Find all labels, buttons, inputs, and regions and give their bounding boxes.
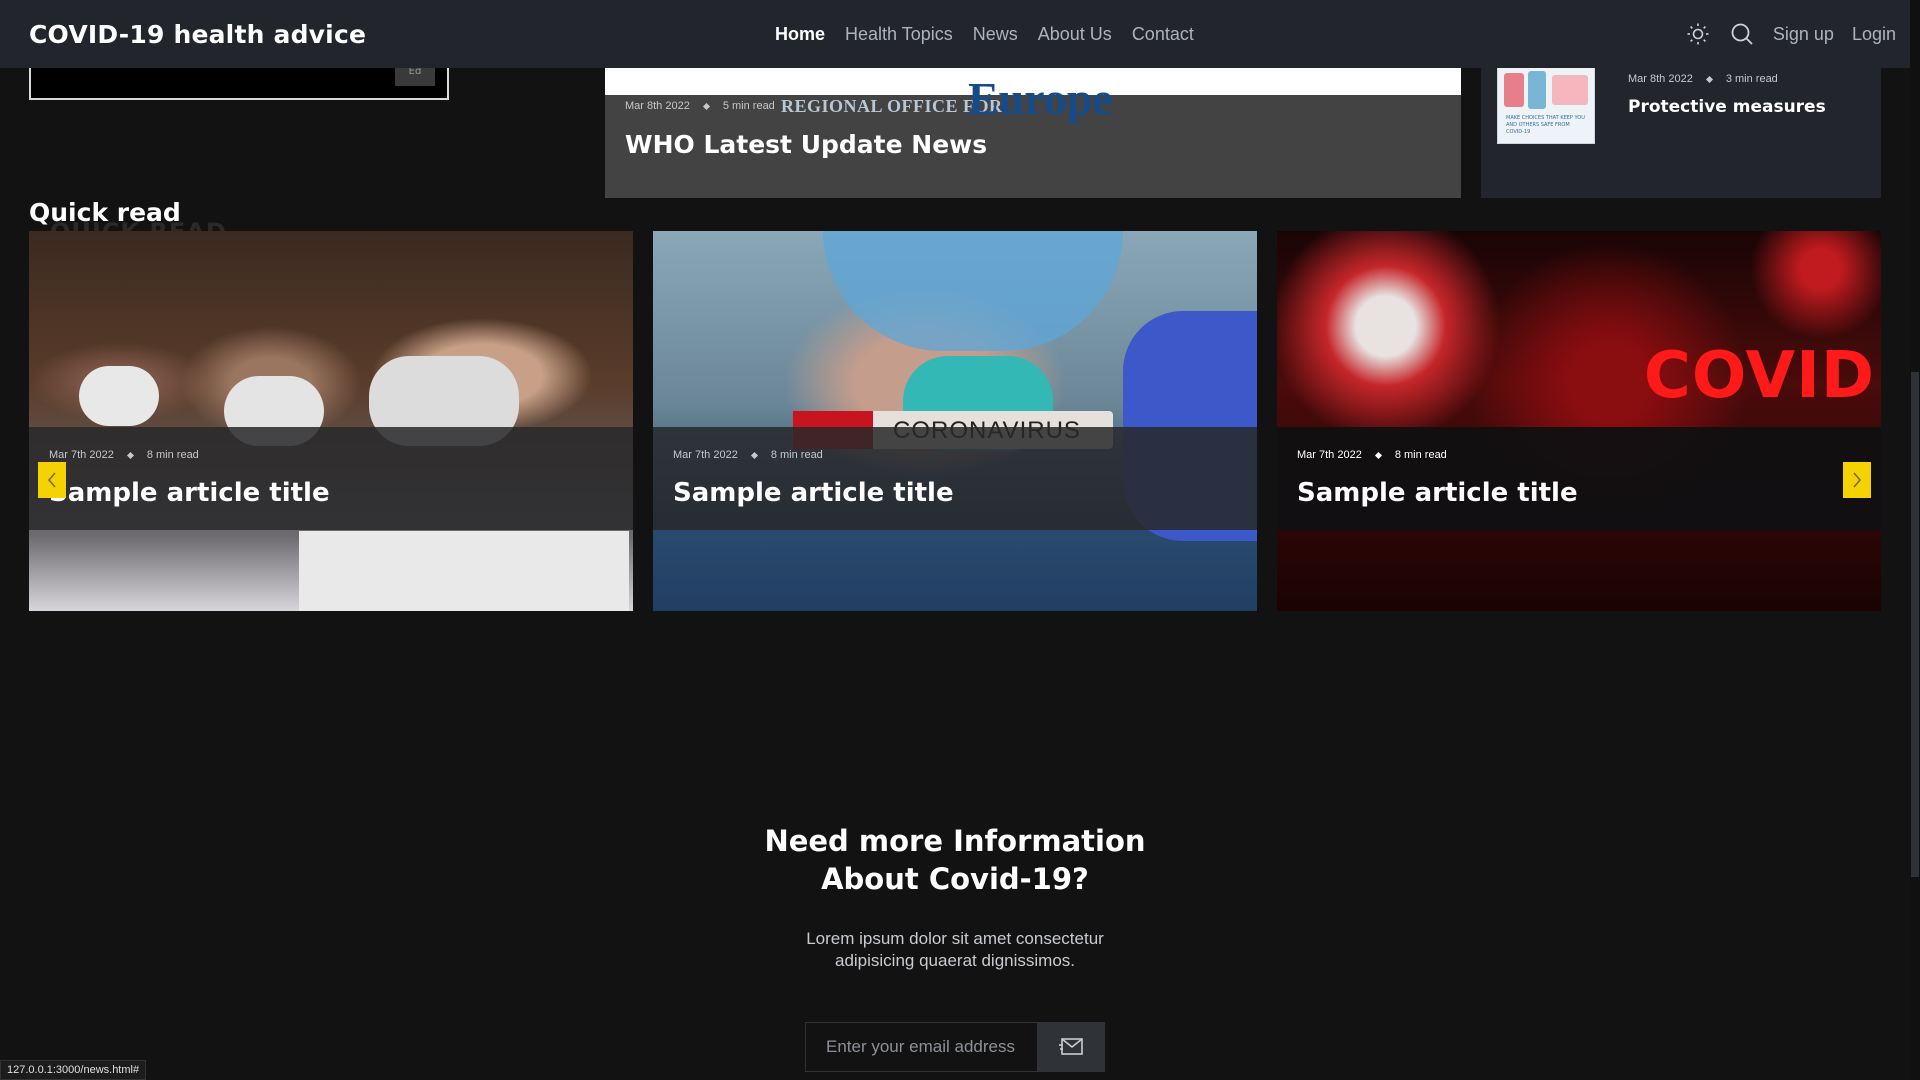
card-title[interactable]: Sample article title	[49, 478, 330, 508]
newsletter-description: Lorem ipsum dolor sit amet consectetur a…	[660, 928, 1250, 972]
meta-separator-icon	[1705, 75, 1713, 83]
subscribe-button[interactable]	[1037, 1022, 1105, 1072]
side-article-thumbnail: MAKE CHOICES THAT KEEP YOU AND OTHERS SA…	[1497, 64, 1595, 144]
featured-article-info: Mar 8th 2022 5 min read WHO Latest Updat…	[605, 68, 1461, 198]
sun-icon[interactable]	[1685, 21, 1711, 47]
nav-news[interactable]: News	[973, 24, 1018, 45]
description-line: Lorem ipsum dolor sit amet consectetur	[806, 929, 1104, 948]
quick-read-heading: Quick read	[29, 198, 181, 227]
article-read-time: 3 min read	[1725, 73, 1778, 85]
article-meta: Mar 7th 2022 8 min read	[673, 449, 823, 461]
meta-separator-icon	[702, 102, 710, 110]
article-date: Mar 7th 2022	[1297, 449, 1362, 461]
search-icon[interactable]	[1729, 21, 1755, 47]
nav-health-topics[interactable]: Health Topics	[845, 24, 953, 45]
featured-article-title[interactable]: WHO Latest Update News	[625, 130, 987, 159]
quick-read-card[interactable]: Mar 7th 2022 8 min read Sample article t…	[29, 231, 633, 611]
article-read-time: 8 min read	[770, 449, 823, 461]
card-title[interactable]: Sample article title	[673, 478, 954, 508]
nav-home[interactable]: Home	[775, 24, 825, 45]
side-article-card[interactable]: MAKE CHOICES THAT KEEP YOU AND OTHERS SA…	[1481, 60, 1881, 198]
carousel-next-button[interactable]	[1843, 462, 1871, 498]
article-meta: Mar 8th 2022 5 min read	[625, 100, 775, 112]
meta-separator-icon	[126, 451, 134, 459]
nav-contact[interactable]: Contact	[1132, 24, 1194, 45]
article-meta: Mar 7th 2022 8 min read	[1297, 449, 1447, 461]
quick-read-card[interactable]: COVID Mar 7th 2022 8 min read Sample art…	[1277, 231, 1881, 611]
heading-line: Need more Information	[764, 824, 1146, 858]
nav-actions: Sign up Login	[1685, 0, 1896, 68]
top-navbar: COVID-19 health advice Home Health Topic…	[0, 0, 1910, 68]
article-date: Mar 8th 2022	[1628, 73, 1693, 85]
side-article-title[interactable]: Protective measures	[1628, 97, 1826, 117]
article-read-time: 5 min read	[722, 100, 775, 112]
description-line: adipisicing quaerat dignissimos.	[834, 951, 1076, 970]
nav-about-us[interactable]: About Us	[1038, 24, 1112, 45]
thumbnail-caption: MAKE CHOICES THAT KEEP YOU AND OTHERS SA…	[1506, 115, 1585, 135]
login-link[interactable]: Login	[1852, 24, 1896, 45]
article-read-time: 8 min read	[146, 449, 199, 461]
chevron-right-icon	[1853, 472, 1862, 488]
card-image-text: COVID	[1643, 339, 1875, 413]
newsletter-heading: Need more Information About Covid-19?	[660, 822, 1250, 898]
meta-separator-icon	[750, 451, 758, 459]
envelope-icon	[1059, 1038, 1083, 1055]
article-date: Mar 7th 2022	[49, 449, 114, 461]
quick-read-card[interactable]: CORONAVIRUS Mar 7th 2022 8 min read Samp…	[653, 231, 1257, 611]
article-date: Mar 8th 2022	[625, 100, 690, 112]
article-meta: Mar 7th 2022 8 min read	[49, 449, 199, 461]
chevron-left-icon	[47, 472, 56, 488]
article-date: Mar 7th 2022	[673, 449, 738, 461]
main-nav: Home Health Topics News About Us Contact	[775, 0, 1194, 68]
heading-line: About Covid-19?	[821, 862, 1089, 896]
status-bar-url: 127.0.0.1:3000/news.html#	[0, 1060, 147, 1080]
scrollbar-thumb[interactable]	[1911, 372, 1919, 877]
carousel-prev-button[interactable]	[38, 462, 66, 498]
signup-link[interactable]: Sign up	[1773, 24, 1834, 45]
brand-logo[interactable]: COVID-19 health advice	[29, 20, 366, 49]
meta-separator-icon	[1374, 451, 1382, 459]
article-meta: Mar 8th 2022 3 min read	[1628, 73, 1778, 85]
card-title[interactable]: Sample article title	[1297, 478, 1578, 508]
article-read-time: 8 min read	[1394, 449, 1447, 461]
page-scrollbar[interactable]	[1910, 0, 1920, 1080]
